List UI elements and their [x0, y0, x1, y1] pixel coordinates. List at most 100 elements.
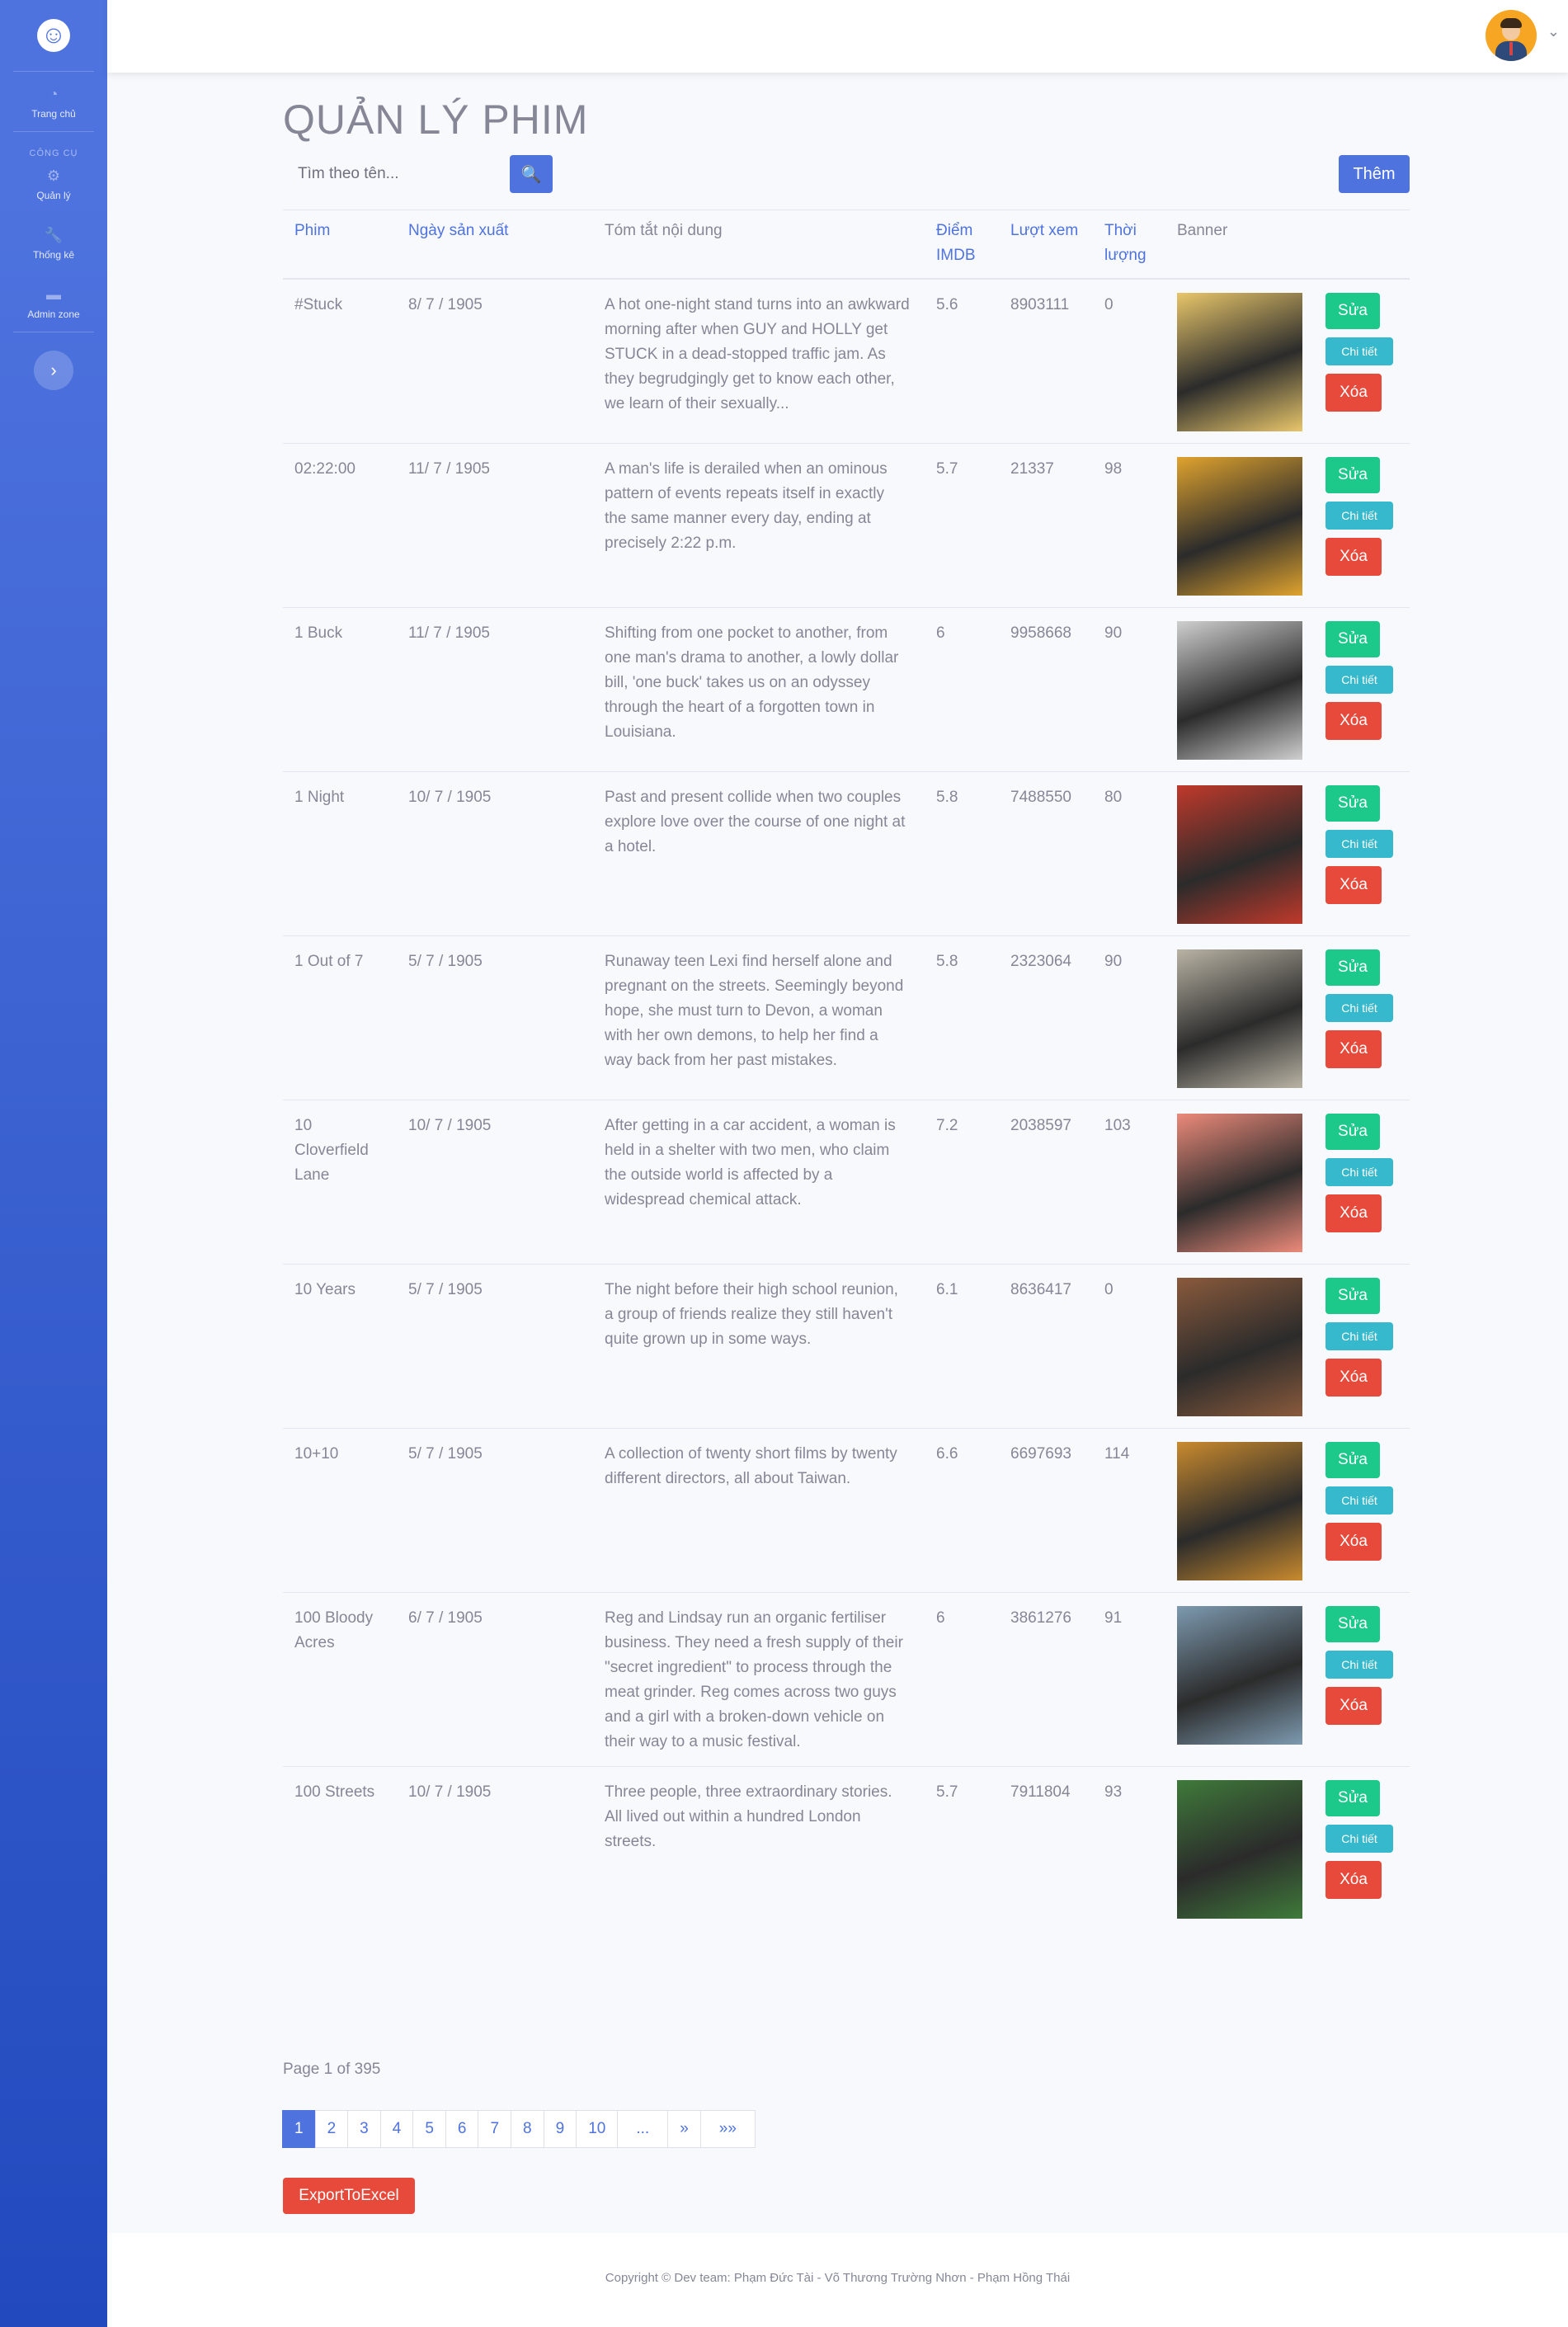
detail-button[interactable]: Chi tiết [1326, 1825, 1393, 1853]
imdb-cell: 5.7 [925, 1766, 999, 1930]
detail-button[interactable]: Chi tiết [1326, 1486, 1393, 1514]
page-link[interactable]: 1 [282, 2110, 316, 2148]
sidebar-item-home[interactable]: ◔ Trang chủ [0, 72, 107, 131]
detail-button[interactable]: Chi tiết [1326, 502, 1393, 530]
table-row: 02:22:00 11/ 7 / 1905 A man's life is dera… [283, 443, 1410, 608]
gear-icon: ⚙ [46, 167, 61, 184]
duration-cell: 114 [1093, 1428, 1165, 1593]
header-imdb[interactable]: Điểm IMDB [925, 210, 999, 280]
edit-button[interactable]: Sửa [1326, 1278, 1380, 1314]
poster-image [1177, 621, 1302, 760]
detail-button[interactable]: Chi tiết [1326, 1651, 1393, 1679]
page-info: Page 1 of 395 [283, 2061, 381, 2078]
date-cell: 5/ 7 / 1905 [397, 1264, 593, 1429]
summary-cell: Runaway teen Lexi find herself alone and… [593, 935, 925, 1100]
detail-button[interactable]: Chi tiết [1326, 830, 1393, 858]
sidebar-item-manage[interactable]: ⚙ Quản lý [0, 158, 107, 213]
dashboard-icon: ◔ [49, 86, 59, 102]
film-name-cell: 100 Streets [283, 1766, 397, 1930]
table-header-row: Phim Ngày sản xuất Tóm tắt nội dung Điểm… [283, 210, 1410, 280]
search-button[interactable]: 🔍 [510, 155, 553, 193]
edit-button[interactable]: Sửa [1326, 621, 1380, 657]
header-duration[interactable]: Thời lượng [1093, 210, 1165, 280]
actions-cell: Sửa Chi tiết Xóa [1314, 607, 1410, 772]
chevron-down-icon[interactable]: ⌄ [1547, 23, 1560, 40]
detail-button[interactable]: Chi tiết [1326, 994, 1393, 1022]
banner-cell [1165, 607, 1314, 772]
page-link[interactable]: 9 [543, 2110, 577, 2148]
page-link[interactable]: 10 [576, 2110, 619, 2148]
page-link[interactable]: 3 [347, 2110, 381, 2148]
sidebar: ☺ ◔ Trang chủ CÔNG CỤ ⚙ Quản lý 🔧 Thống … [0, 0, 107, 2327]
actions-cell: Sửa Chi tiết Xóa [1314, 771, 1410, 936]
delete-button[interactable]: Xóa [1326, 1523, 1382, 1561]
poster-image [1177, 1442, 1302, 1580]
delete-button[interactable]: Xóa [1326, 1030, 1382, 1068]
banner-cell [1165, 1264, 1314, 1429]
brand[interactable]: ☺ [0, 0, 107, 71]
page-link[interactable]: » [667, 2110, 701, 2148]
export-excel-button[interactable]: ExportToExcel [283, 2178, 415, 2214]
add-button[interactable]: Thêm [1339, 155, 1410, 193]
folder-icon: ▬ [46, 286, 61, 303]
page-link[interactable]: »» [699, 2110, 756, 2148]
edit-button[interactable]: Sửa [1326, 457, 1380, 493]
film-name-cell: 10 Years [283, 1264, 397, 1429]
date-cell: 11/ 7 / 1905 [397, 607, 593, 772]
imdb-cell: 5.7 [925, 443, 999, 608]
delete-button[interactable]: Xóa [1326, 1194, 1382, 1232]
banner-cell [1165, 1100, 1314, 1265]
actions-cell: Sửa Chi tiết Xóa [1314, 443, 1410, 608]
edit-button[interactable]: Sửa [1326, 1780, 1380, 1816]
edit-button[interactable]: Sửa [1326, 949, 1380, 986]
banner-cell [1165, 935, 1314, 1100]
edit-button[interactable]: Sửa [1326, 293, 1380, 329]
page-link[interactable]: 7 [478, 2110, 512, 2148]
views-cell: 7488550 [999, 771, 1093, 936]
delete-button[interactable]: Xóa [1326, 702, 1382, 740]
delete-button[interactable]: Xóa [1326, 374, 1382, 412]
page-link[interactable]: 2 [314, 2110, 349, 2148]
sidebar-item-label: Quản lý [36, 190, 71, 201]
delete-button[interactable]: Xóa [1326, 866, 1382, 904]
film-name-cell: 1 Out of 7 [283, 935, 397, 1100]
page-link[interactable]: 5 [412, 2110, 446, 2148]
detail-button[interactable]: Chi tiết [1326, 666, 1393, 694]
detail-button[interactable]: Chi tiết [1326, 1158, 1393, 1186]
detail-button[interactable]: Chi tiết [1326, 337, 1393, 365]
delete-button[interactable]: Xóa [1326, 1687, 1382, 1725]
edit-button[interactable]: Sửa [1326, 1114, 1380, 1150]
wrench-icon: 🔧 [44, 227, 64, 243]
edit-button[interactable]: Sửa [1326, 785, 1380, 822]
table-row: 1 Buck 11/ 7 / 1905 Shifting from one pock… [283, 607, 1410, 772]
imdb-cell: 6.1 [925, 1264, 999, 1429]
actions-cell: Sửa Chi tiết Xóa [1314, 278, 1410, 444]
header-date[interactable]: Ngày sản xuất [397, 210, 593, 280]
edit-button[interactable]: Sửa [1326, 1606, 1380, 1642]
film-name-cell: 1 Night [283, 771, 397, 936]
poster-image [1177, 1114, 1302, 1252]
duration-cell: 0 [1093, 1264, 1165, 1429]
header-views[interactable]: Lượt xem [999, 210, 1093, 280]
imdb-cell: 6 [925, 1592, 999, 1767]
header-film[interactable]: Phim [283, 210, 397, 280]
movie-table: Phim Ngày sản xuất Tóm tắt nội dung Điểm… [283, 210, 1410, 1930]
sidebar-item-statistics[interactable]: 🔧 Thống kê [0, 213, 107, 272]
avatar[interactable] [1486, 10, 1537, 61]
detail-button[interactable]: Chi tiết [1326, 1322, 1393, 1350]
sidebar-item-admin-zone[interactable]: ▬ Admin zone [0, 272, 107, 332]
page-link[interactable]: ... [617, 2110, 669, 2148]
page-link[interactable]: 8 [511, 2110, 544, 2148]
delete-button[interactable]: Xóa [1326, 1359, 1382, 1397]
smiley-logo-icon: ☺ [37, 19, 70, 52]
sidebar-toggle-button[interactable]: › [34, 351, 73, 390]
delete-button[interactable]: Xóa [1326, 538, 1382, 576]
delete-button[interactable]: Xóa [1326, 1861, 1382, 1899]
page-link[interactable]: 6 [445, 2110, 479, 2148]
edit-button[interactable]: Sửa [1326, 1442, 1380, 1478]
sidebar-heading: CÔNG CỤ [29, 148, 78, 158]
page-link[interactable]: 4 [379, 2110, 414, 2148]
poster-image [1177, 949, 1302, 1088]
table-row: 100 Streets 10/ 7 / 1905 Three people, thr… [283, 1766, 1410, 1930]
search-input[interactable] [283, 155, 509, 193]
